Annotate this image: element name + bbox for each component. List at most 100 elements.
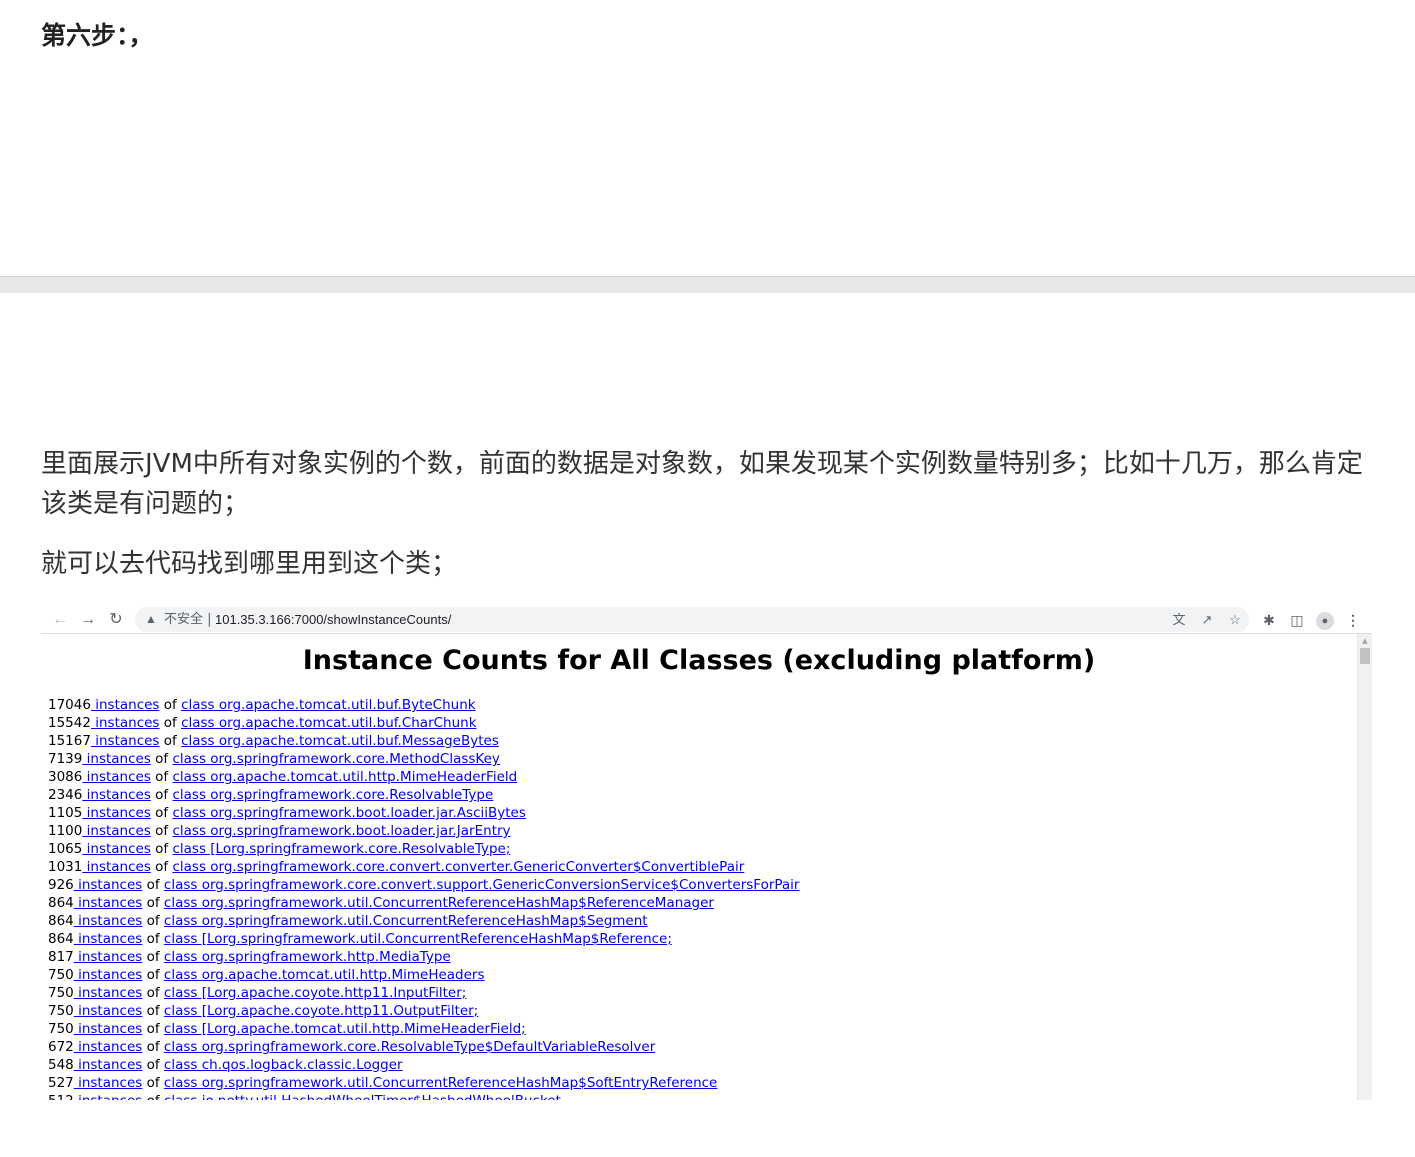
scroll-up-arrow-icon[interactable]: ▲: [1358, 637, 1372, 645]
instances-link[interactable]: instances: [74, 913, 142, 929]
instance-row: 864 instances of class [Lorg.springframe…: [48, 930, 1348, 948]
address-bar[interactable]: ▲ 不安全 | 101.35.3.166:7000/showInstanceCo…: [135, 607, 1249, 632]
kebab-menu-icon[interactable]: ⋮: [1341, 608, 1365, 632]
instance-count: 527: [48, 1075, 74, 1091]
instances-link[interactable]: instances: [74, 931, 142, 947]
class-link[interactable]: class org.springframework.util.Concurren…: [164, 913, 648, 929]
class-link[interactable]: class org.springframework.core.convert.s…: [164, 877, 800, 893]
instance-row: 926 instances of class org.springframewo…: [48, 876, 1348, 894]
instances-link[interactable]: instances: [74, 1057, 142, 1073]
instances-link[interactable]: instances: [91, 733, 159, 749]
arrow-left-icon[interactable]: ←: [48, 608, 72, 632]
instances-link[interactable]: instances: [74, 949, 142, 965]
of-text: of: [142, 913, 164, 929]
instance-row: 15167 instances of class org.apache.tomc…: [48, 732, 1348, 750]
instance-row: 750 instances of class org.apache.tomcat…: [48, 966, 1348, 984]
reload-icon[interactable]: ↻: [104, 608, 128, 632]
share-icon[interactable]: ↗: [1197, 610, 1217, 630]
instances-link[interactable]: instances: [74, 877, 142, 893]
instances-link[interactable]: instances: [74, 985, 142, 1001]
of-text: of: [142, 1039, 164, 1055]
class-link[interactable]: class ch.qos.logback.classic.Logger: [164, 1057, 403, 1073]
instance-count: 750: [48, 1003, 74, 1019]
class-link[interactable]: class [Lorg.apache.coyote.http11.InputFi…: [164, 985, 466, 1001]
of-text: of: [142, 1093, 164, 1100]
of-text: of: [150, 823, 173, 839]
class-link[interactable]: class org.apache.tomcat.util.http.MimeHe…: [172, 769, 517, 785]
puzzle-icon[interactable]: ✱: [1257, 608, 1281, 632]
of-text: of: [142, 877, 164, 893]
of-text: of: [142, 1021, 164, 1037]
scroll-thumb[interactable]: [1360, 648, 1370, 664]
class-link[interactable]: class org.springframework.http.MediaType: [164, 949, 451, 965]
class-link[interactable]: class org.apache.tomcat.util.http.MimeHe…: [164, 967, 485, 983]
url-text[interactable]: 101.35.3.166:7000/showInstanceCounts/: [215, 611, 451, 628]
instance-count: 672: [48, 1039, 74, 1055]
of-text: of: [150, 805, 173, 821]
instances-link[interactable]: instances: [74, 1075, 142, 1091]
instances-link[interactable]: instances: [82, 859, 151, 875]
instances-link[interactable]: instances: [82, 805, 151, 821]
class-link[interactable]: class org.apache.tomcat.util.buf.CharChu…: [181, 715, 476, 731]
step-title: 第六步：，: [41, 21, 154, 50]
instances-link[interactable]: instances: [82, 751, 151, 767]
instances-link[interactable]: instances: [82, 823, 151, 839]
class-link[interactable]: class org.apache.tomcat.util.buf.ByteChu…: [181, 697, 476, 713]
instances-link[interactable]: instances: [74, 1003, 142, 1019]
instances-link[interactable]: instances: [82, 787, 151, 803]
instance-count: 3086: [48, 769, 83, 785]
instances-link[interactable]: instances: [91, 715, 159, 731]
class-link[interactable]: class org.apache.tomcat.util.buf.Message…: [181, 733, 499, 749]
class-link[interactable]: class org.springframework.core.Resolvabl…: [172, 787, 493, 803]
vertical-scrollbar[interactable]: ▲: [1357, 634, 1372, 1100]
class-link[interactable]: class org.springframework.boot.loader.ja…: [172, 805, 525, 821]
class-link[interactable]: class org.springframework.core.Resolvabl…: [164, 1039, 655, 1055]
warning-triangle-icon: ▲: [145, 612, 157, 626]
instances-link[interactable]: instances: [82, 769, 151, 785]
instance-count: 864: [48, 931, 74, 947]
instance-count: 864: [48, 913, 74, 929]
instance-row: 2346 instances of class org.springframew…: [48, 786, 1348, 804]
instance-count: 15542: [48, 715, 91, 731]
instance-count: 926: [48, 877, 74, 893]
side-panel-icon[interactable]: ◫: [1285, 608, 1309, 632]
instance-row: 3086 instances of class org.apache.tomca…: [48, 768, 1348, 786]
of-text: of: [150, 841, 173, 857]
class-link[interactable]: class org.springframework.core.MethodCla…: [172, 751, 499, 767]
instance-row: 1100 instances of class org.springframew…: [48, 822, 1348, 840]
instance-count: 750: [48, 985, 74, 1001]
instance-row: 548 instances of class ch.qos.logback.cl…: [48, 1056, 1348, 1074]
instances-link[interactable]: instances: [74, 1021, 142, 1037]
browser-toolbar: ← → ↻ ▲ 不安全 | 101.35.3.166:7000/showInst…: [41, 606, 1372, 634]
class-link[interactable]: class org.springframework.core.convert.c…: [172, 859, 744, 875]
class-link[interactable]: class [Lorg.apache.tomcat.util.http.Mime…: [164, 1021, 526, 1037]
of-text: of: [150, 769, 173, 785]
class-link[interactable]: class [Lorg.apache.coyote.http11.OutputF…: [164, 1003, 478, 1019]
class-link[interactable]: class io.netty.util.HashedWheelTimer$Has…: [164, 1093, 561, 1100]
instance-list: 17046 instances of class org.apache.tomc…: [48, 696, 1348, 1100]
instance-row: 15542 instances of class org.apache.tomc…: [48, 714, 1348, 732]
instances-link[interactable]: instances: [74, 1093, 142, 1100]
instance-count: 750: [48, 1021, 74, 1037]
class-link[interactable]: class [Lorg.springframework.util.Concurr…: [164, 931, 672, 947]
instances-link[interactable]: instances: [82, 841, 151, 857]
class-link[interactable]: class org.springframework.util.Concurren…: [164, 1075, 717, 1091]
instance-row: 817 instances of class org.springframewo…: [48, 948, 1348, 966]
star-icon[interactable]: ☆: [1225, 610, 1245, 630]
instance-row: 750 instances of class [Lorg.apache.coyo…: [48, 984, 1348, 1002]
class-link[interactable]: class [Lorg.springframework.core.Resolva…: [172, 841, 510, 857]
insecure-label: 不安全 |: [164, 612, 212, 627]
translate-icon[interactable]: 文: [1169, 610, 1189, 630]
profile-icon[interactable]: ●: [1313, 608, 1337, 632]
class-link[interactable]: class org.springframework.boot.loader.ja…: [172, 823, 510, 839]
instance-count: 864: [48, 895, 74, 911]
instances-link[interactable]: instances: [74, 1039, 142, 1055]
instance-row: 1105 instances of class org.springframew…: [48, 804, 1348, 822]
instances-link[interactable]: instances: [91, 697, 159, 713]
instances-link[interactable]: instances: [74, 967, 142, 983]
of-text: of: [150, 859, 173, 875]
instances-link[interactable]: instances: [74, 895, 142, 911]
class-link[interactable]: class org.springframework.util.Concurren…: [164, 895, 714, 911]
arrow-right-icon[interactable]: →: [76, 608, 100, 632]
of-text: of: [159, 697, 182, 713]
